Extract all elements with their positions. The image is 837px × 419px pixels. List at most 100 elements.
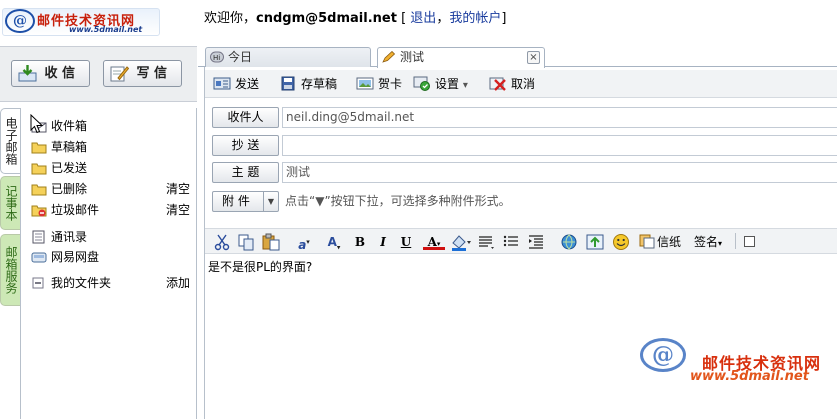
stationery-button[interactable]: 信纸 bbox=[639, 233, 685, 251]
folder-drafts[interactable]: 草稿箱 bbox=[31, 138, 196, 156]
cc-field[interactable] bbox=[282, 135, 837, 156]
welcome-greeting: 欢迎你， bbox=[204, 11, 257, 26]
folder-label: 我的文件夹 bbox=[51, 276, 112, 290]
italic-icon[interactable]: I bbox=[376, 233, 390, 251]
save-draft-button[interactable]: 存草稿 bbox=[279, 75, 337, 93]
folder-panel: 收件箱 草稿箱 已发送 已删除 清空 垃圾邮件 清空 通讯录 网易网盘 我的文件… bbox=[20, 108, 197, 419]
close-tab-icon[interactable]: × bbox=[527, 51, 540, 64]
folder-icon bbox=[31, 163, 47, 175]
font-color-icon[interactable]: A▾ bbox=[423, 233, 445, 250]
welcome-bar: 欢迎你，cndgm@5dmail.net [ 退出，我的帐户] bbox=[204, 7, 506, 26]
folder-netdisk[interactable]: 网易网盘 bbox=[31, 248, 196, 266]
netdisk-icon bbox=[31, 252, 47, 263]
tab-today-label: 今日 bbox=[228, 50, 253, 64]
mouse-cursor-icon bbox=[30, 114, 44, 134]
folder-label: 收件箱 bbox=[51, 119, 88, 133]
watermark-url: www.5dmail.net bbox=[690, 369, 809, 384]
cancel-label: 取消 bbox=[511, 77, 536, 91]
write-mail-label: 写 信 bbox=[136, 66, 167, 81]
welcome-bracket-open: [ bbox=[396, 11, 411, 26]
subject-field[interactable]: 测试 bbox=[282, 162, 837, 183]
highlight-color-icon[interactable] bbox=[450, 233, 472, 251]
svg-text:Hi: Hi bbox=[213, 54, 220, 62]
tab-bar: Hi 今日 测试 × bbox=[198, 44, 837, 68]
html-mode-checkbox[interactable] bbox=[744, 236, 755, 247]
cut-icon[interactable] bbox=[214, 233, 230, 251]
greeting-card-label: 贺卡 bbox=[378, 77, 403, 91]
folder-icon bbox=[31, 184, 47, 196]
subject-label: 主 题 bbox=[212, 162, 279, 183]
emoticon-icon[interactable] bbox=[612, 233, 630, 251]
logout-link[interactable]: 退出 bbox=[410, 11, 436, 26]
vertical-tabs: 电子邮箱 记事本 邮箱服务 bbox=[0, 108, 20, 419]
attach-row: 附 件 ▼ 点击“▼”按钮下拉，可选择多种附件形式。 bbox=[212, 191, 837, 212]
list-icon[interactable] bbox=[502, 233, 520, 251]
copy-icon[interactable] bbox=[238, 233, 254, 251]
folder-label: 网易网盘 bbox=[51, 250, 100, 264]
subject-row: 主 题 测试 bbox=[212, 162, 837, 183]
folder-label: 通讯录 bbox=[51, 230, 88, 244]
underline-icon[interactable]: U bbox=[399, 233, 413, 251]
editor-body[interactable]: 是不是很PL的界面? bbox=[208, 258, 312, 275]
cc-row: 抄 送 bbox=[212, 135, 837, 156]
bold-icon[interactable]: B bbox=[353, 233, 367, 251]
folder-contacts[interactable]: 通讯录 bbox=[31, 228, 196, 246]
folder-deleted[interactable]: 已删除 清空 bbox=[31, 180, 196, 198]
tab-compose[interactable]: 测试 × bbox=[377, 47, 545, 68]
watermark-logo: @ 邮件技术资讯网 www.5dmail.net bbox=[640, 336, 830, 386]
empty-spam-link[interactable]: 清空 bbox=[166, 201, 190, 219]
logo-url: www.5dmail.net bbox=[69, 25, 143, 34]
folder-label: 垃圾邮件 bbox=[51, 203, 100, 217]
cancel-button[interactable]: 取消 bbox=[489, 75, 535, 93]
to-field[interactable]: neil.ding@5dmail.net bbox=[282, 107, 837, 128]
folder-spam[interactable]: 垃圾邮件 清空 bbox=[31, 201, 196, 219]
signature-button[interactable]: 签名▾ bbox=[694, 233, 728, 251]
vtab-mail-services[interactable]: 邮箱服务 bbox=[0, 234, 20, 306]
attach-button[interactable]: 附 件 ▼ bbox=[212, 191, 279, 212]
add-folder-link[interactable]: 添加 bbox=[166, 274, 190, 292]
folder-label: 已发送 bbox=[51, 161, 88, 175]
greeting-card-button[interactable]: 贺卡 bbox=[356, 75, 402, 93]
receive-icon bbox=[18, 65, 37, 82]
tab-today[interactable]: Hi 今日 bbox=[205, 47, 371, 67]
settings-dropdown-arrow: ▾ bbox=[462, 80, 468, 91]
settings-button[interactable]: 设置 ▾ bbox=[413, 75, 468, 93]
site-logo: @ 邮件技术资讯网 www.5dmail.net bbox=[2, 8, 160, 36]
toolbar-divider bbox=[735, 233, 736, 249]
insert-link-icon[interactable] bbox=[560, 233, 578, 251]
cancel-icon bbox=[489, 77, 506, 91]
vtab-notes[interactable]: 记事本 bbox=[0, 176, 20, 230]
receive-mail-button[interactable]: 收 信 bbox=[11, 60, 90, 87]
my-account-link[interactable]: 我的帐户 bbox=[449, 11, 501, 26]
attach-label: 附 件 bbox=[222, 194, 250, 208]
attach-dropdown-arrow[interactable]: ▼ bbox=[263, 192, 278, 211]
card-icon bbox=[356, 77, 374, 90]
font-family-icon[interactable]: a▾ bbox=[291, 233, 317, 252]
tab-compose-label: 测试 bbox=[400, 50, 425, 64]
attach-hint: 点击“▼”按钮下拉，可选择多种附件形式。 bbox=[285, 194, 511, 208]
folder-my-folders[interactable]: 我的文件夹 添加 bbox=[31, 274, 196, 292]
send-label: 发送 bbox=[235, 77, 260, 91]
vtab-email[interactable]: 电子邮箱 bbox=[0, 108, 20, 174]
folder-label: 草稿箱 bbox=[51, 140, 88, 154]
pencil-icon bbox=[382, 51, 396, 63]
contacts-icon bbox=[32, 230, 45, 244]
indent-icon[interactable] bbox=[527, 233, 545, 251]
paste-icon[interactable] bbox=[262, 233, 280, 251]
to-row: 收件人 neil.ding@5dmail.net bbox=[212, 107, 837, 128]
left-action-area: 收 信 写 信 bbox=[0, 46, 197, 102]
insert-image-icon[interactable] bbox=[586, 233, 604, 251]
signature-dropdown-arrow: ▾ bbox=[718, 239, 723, 248]
welcome-separator: ， bbox=[436, 11, 450, 26]
folder-inbox[interactable]: 收件箱 bbox=[31, 117, 196, 135]
cc-button[interactable]: 抄 送 bbox=[212, 135, 279, 156]
folder-sent[interactable]: 已发送 bbox=[31, 159, 196, 177]
stationery-icon bbox=[639, 234, 655, 249]
write-mail-button[interactable]: 写 信 bbox=[103, 60, 182, 87]
font-size-icon[interactable]: A▾ bbox=[323, 233, 345, 251]
to-button[interactable]: 收件人 bbox=[212, 107, 279, 128]
align-icon[interactable] bbox=[477, 233, 495, 251]
send-button[interactable]: 发送 bbox=[213, 75, 259, 93]
empty-deleted-link[interactable]: 清空 bbox=[166, 180, 190, 198]
compose-toolbar: 发送 存草稿 贺卡 设置 ▾ 取消 bbox=[205, 70, 837, 98]
